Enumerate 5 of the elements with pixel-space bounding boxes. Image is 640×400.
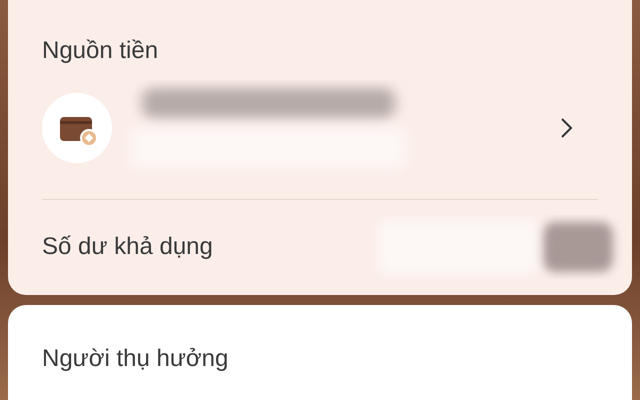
section-title: Người thụ hưởng (42, 344, 230, 374)
chevron-right-icon[interactable] (560, 117, 574, 139)
balance-label: Số dư khả dụng (42, 233, 213, 261)
wallet-icon (42, 93, 112, 163)
section-title: Nguồn tiền (42, 36, 160, 66)
